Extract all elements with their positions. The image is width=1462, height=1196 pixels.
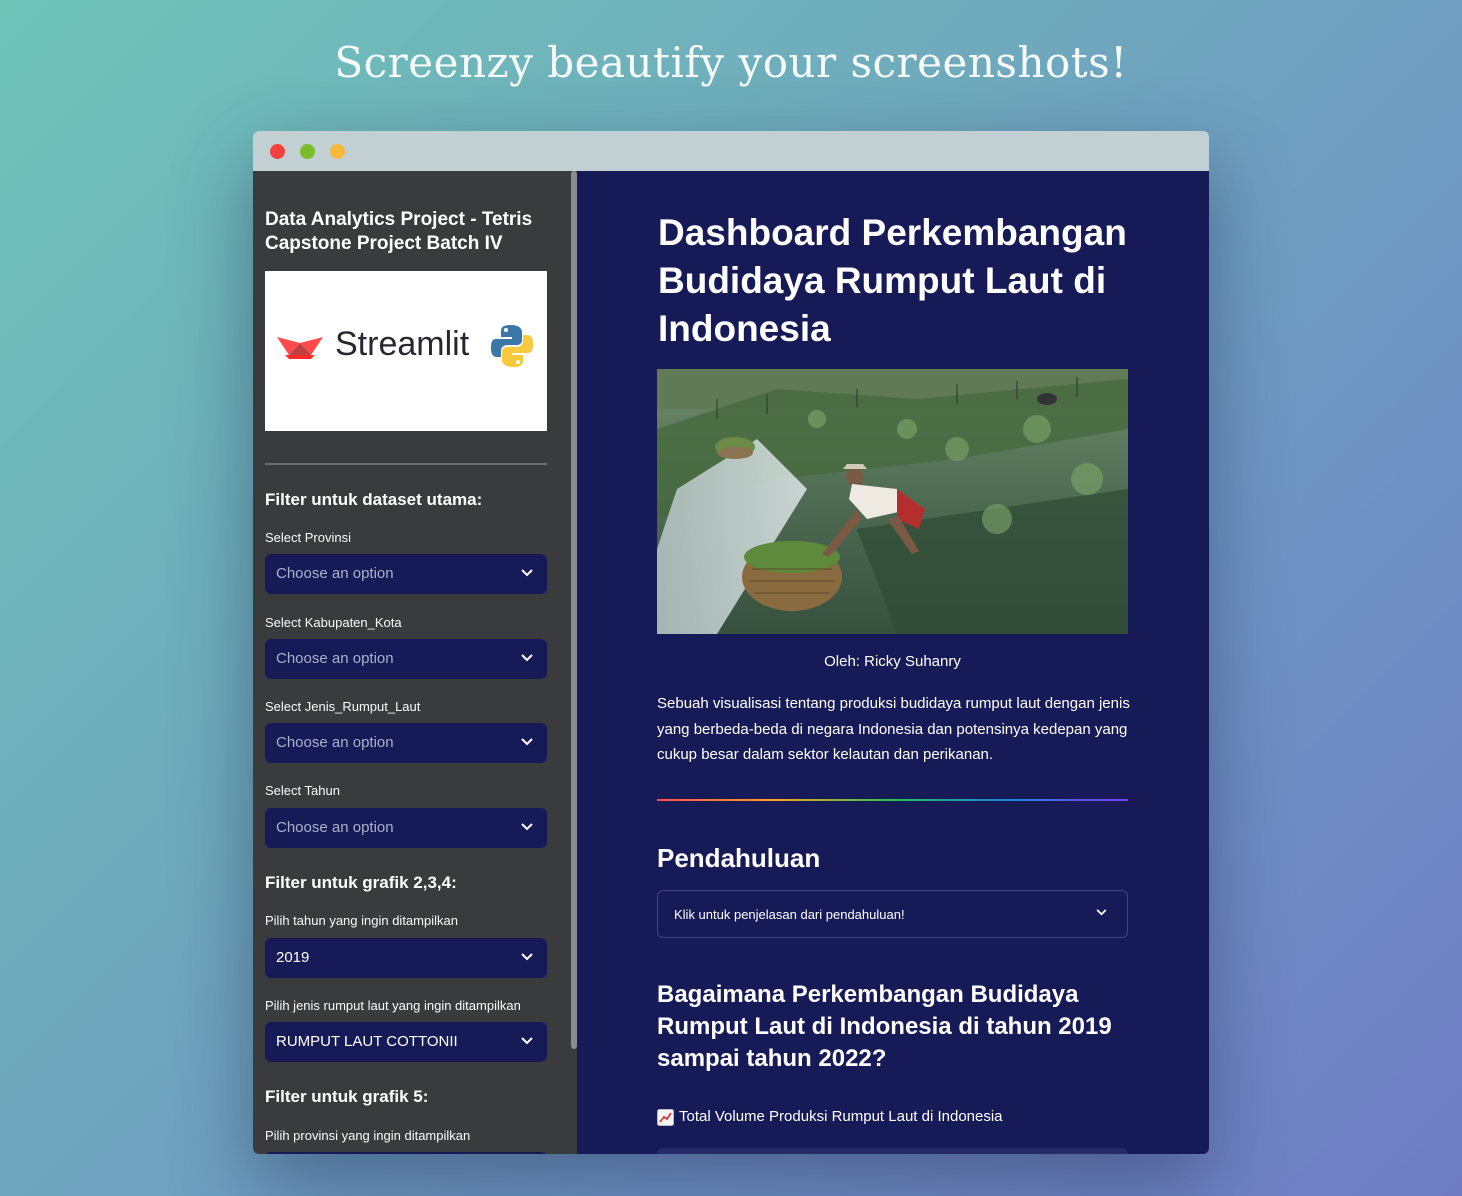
- close-window-icon[interactable]: [270, 144, 285, 159]
- question-heading: Bagaimana Perkembangan Budidaya Rumput L…: [657, 981, 1112, 1072]
- pilih-jenis-select[interactable]: RUMPUT LAUT COTTONII: [265, 1022, 547, 1062]
- chevron-down-icon: [521, 569, 533, 577]
- app-window: Data Analytics Project - Tetris Capstone…: [253, 131, 1209, 1154]
- select-kabupaten-label: Select Kabupaten_Kota: [265, 615, 402, 630]
- chevron-down-icon: [521, 654, 533, 662]
- select-value: 2019: [276, 949, 310, 966]
- main-content: Dashboard Perkembangan Budidaya Rumput L…: [577, 171, 1209, 1154]
- select-provinsi-label: Select Provinsi: [265, 530, 351, 545]
- filter-main-heading: Filter untuk dataset utama:: [265, 490, 483, 509]
- pilih-tahun-select[interactable]: 2019: [265, 938, 547, 978]
- select-placeholder: Choose an option: [276, 565, 394, 582]
- select-placeholder: Choose an option: [276, 819, 394, 836]
- chart-section-text: Total Volume Produksi Rumput Laut di Ind…: [679, 1108, 1003, 1125]
- filter-grafik5-heading: Filter untuk grafik 5:: [265, 1087, 429, 1106]
- page-title: Dashboard Perkembangan Budidaya Rumput L…: [658, 212, 1127, 349]
- maximize-window-icon[interactable]: [300, 144, 315, 159]
- description-text: Sebuah visualisasi tentang produksi budi…: [657, 695, 1130, 763]
- image-caption: Oleh: Ricky Suhanry: [824, 653, 961, 670]
- sidebar-divider: [265, 463, 547, 465]
- select-tahun-label: Select Tahun: [265, 783, 340, 798]
- streamlit-logo: Streamlit: [265, 271, 547, 431]
- chevron-down-icon: [521, 823, 533, 831]
- select-kabupaten-kota[interactable]: Choose an option: [265, 639, 547, 679]
- banner-title: Screenzy beautify your screenshots!: [334, 38, 1128, 87]
- chevron-down-icon: [521, 953, 533, 961]
- chevron-down-icon: [521, 738, 533, 746]
- streamlit-wordmark: Streamlit: [335, 325, 470, 363]
- rainbow-divider: [657, 799, 1128, 801]
- pilih-provinsi-label: Pilih provinsi yang ingin ditampilkan: [265, 1128, 471, 1143]
- select-value: RUMPUT LAUT COTTONII: [276, 1033, 458, 1050]
- pendahuluan-expander[interactable]: Klik untuk penjelasan dari pendahuluan!: [657, 890, 1128, 938]
- chevron-down-icon: [1096, 909, 1107, 916]
- sidebar-title: Data Analytics Project - Tetris Capstone…: [265, 209, 533, 254]
- pilih-jenis-label: Pilih jenis rumput laut yang ingin ditam…: [265, 998, 521, 1013]
- select-placeholder: Choose an option: [276, 734, 394, 751]
- select-tahun[interactable]: Choose an option: [265, 808, 547, 848]
- expander-label: Klik untuk penjelasan dari pendahuluan!: [674, 907, 905, 922]
- sidebar: Data Analytics Project - Tetris Capstone…: [253, 171, 577, 1154]
- chart-section-label: Total Volume Produksi Rumput Laut di Ind…: [657, 1108, 1003, 1126]
- pilih-tahun-label: Pilih tahun yang ingin ditampilkan: [265, 913, 458, 928]
- chart-increasing-icon: [657, 1108, 674, 1126]
- filter-grafik-heading: Filter untuk grafik 2,3,4:: [265, 873, 457, 892]
- pilih-provinsi-select[interactable]: [265, 1152, 547, 1154]
- streamlit-crown-icon: [277, 337, 323, 359]
- seaweed-farmer-image: [657, 369, 1128, 634]
- select-placeholder: Choose an option: [276, 650, 394, 667]
- python-icon: [491, 325, 533, 367]
- chart-container: [657, 1148, 1128, 1154]
- chevron-down-icon: [521, 1037, 533, 1045]
- select-jenis-rumput-laut[interactable]: Choose an option: [265, 723, 547, 763]
- pendahuluan-heading: Pendahuluan: [657, 843, 821, 873]
- select-jenis-label: Select Jenis_Rumput_Laut: [265, 699, 421, 714]
- select-provinsi[interactable]: Choose an option: [265, 554, 547, 594]
- minimize-window-icon[interactable]: [330, 144, 345, 159]
- window-titlebar: [253, 131, 1209, 171]
